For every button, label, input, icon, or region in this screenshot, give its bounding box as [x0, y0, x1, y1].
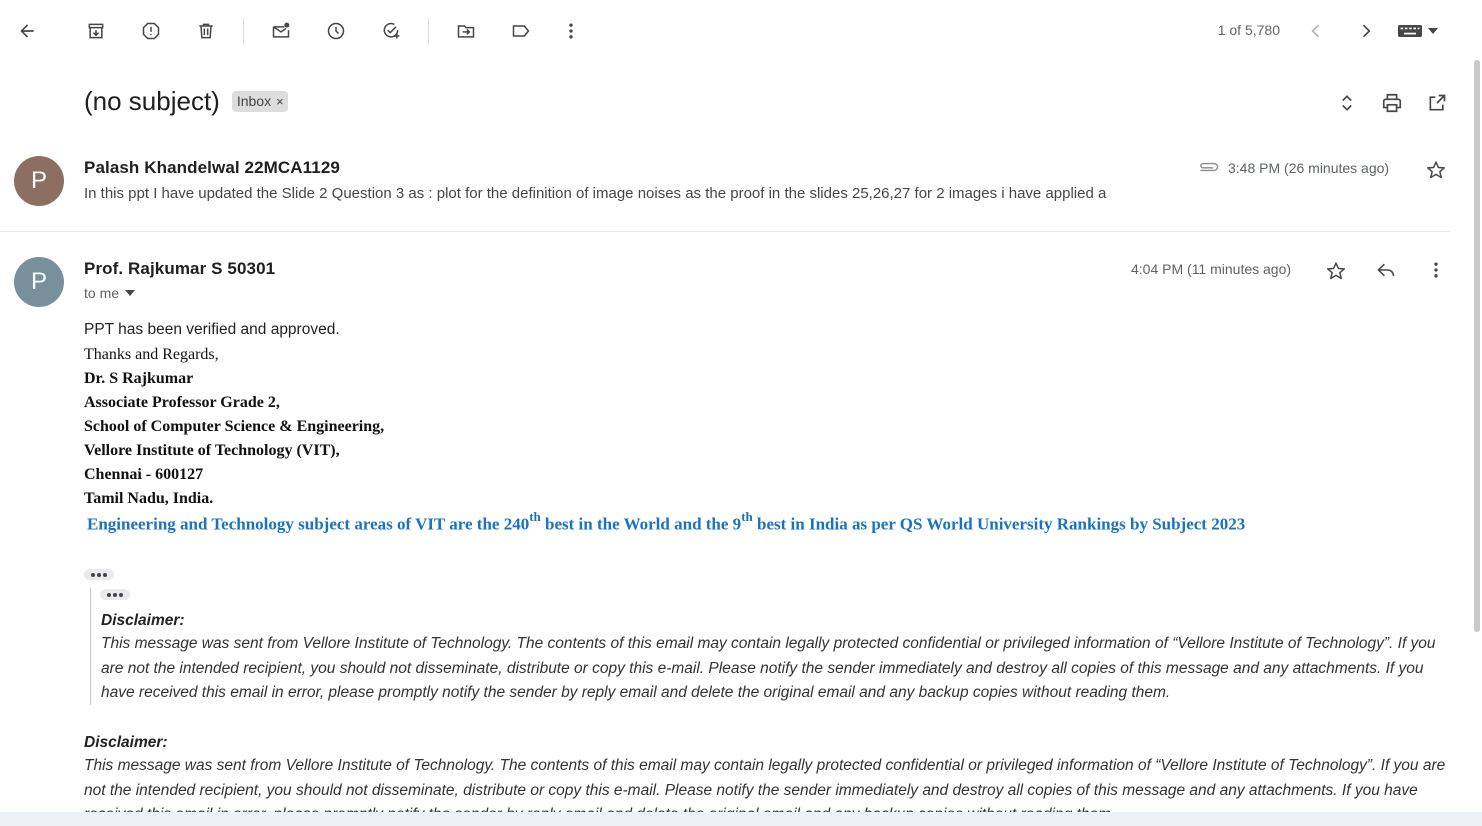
- signature-greeting: Thanks and Regards,: [84, 346, 219, 363]
- subject-row: (no subject) Inbox ×: [84, 86, 288, 117]
- keyboard-icon: [1398, 25, 1422, 37]
- message-snippet[interactable]: In this ppt I have updated the Slide 2 Q…: [84, 185, 1194, 202]
- message-time[interactable]: 3:48 PM (26 minutes ago): [1228, 160, 1389, 176]
- archive-icon[interactable]: [78, 13, 114, 49]
- report-spam-icon[interactable]: [133, 13, 169, 49]
- toolbar-separator: [428, 18, 429, 44]
- back-arrow-icon[interactable]: [9, 13, 45, 49]
- chevron-right-icon[interactable]: [1348, 13, 1384, 49]
- sender-name[interactable]: Prof. Rajkumar S 50301: [84, 259, 275, 279]
- disclaimer-title: Disclaimer:: [84, 734, 168, 751]
- chevron-left-icon[interactable]: [1298, 13, 1334, 49]
- show-trimmed-content-button[interactable]: [84, 569, 114, 580]
- disclaimer-text: This message was sent from Vellore Insti…: [84, 757, 1446, 812]
- email-subject: (no subject): [84, 86, 220, 116]
- more-vert-icon[interactable]: [1421, 255, 1451, 285]
- add-to-tasks-icon[interactable]: [373, 13, 409, 49]
- message-divider: [0, 231, 1450, 232]
- sender-name[interactable]: Palash Khandelwal 22MCA1129: [84, 158, 340, 178]
- caret-down-icon: [1428, 28, 1438, 34]
- mark-unread-icon[interactable]: [263, 13, 299, 49]
- signature-title: Associate Professor Grade 2,: [84, 394, 280, 411]
- quoted-disclaimer-text: This message was sent from Vellore Insti…: [101, 635, 1436, 701]
- ranking-text-3: best in India as per QS World University…: [752, 514, 1246, 534]
- signature-state: Tamil Nadu, India.: [84, 490, 214, 507]
- message-body: PPT has been verified and approved.: [84, 321, 340, 338]
- avatar[interactable]: P: [14, 257, 64, 307]
- recipient-text: to me: [84, 285, 120, 301]
- ranking-banner: Engineering and Technology subject areas…: [87, 509, 1246, 535]
- attachment-icon: [1194, 152, 1224, 182]
- signature-city: Chennai - 600127: [84, 466, 204, 483]
- signature-name: Dr. S Rajkumar: [84, 370, 194, 387]
- pagination-count: 1 of 5,780: [1217, 22, 1280, 38]
- quoted-disclaimer-title: Disclaimer:: [101, 612, 185, 629]
- toolbar-separator: [243, 18, 244, 44]
- signature-institute: Vellore Institute of Technology (VIT),: [84, 442, 340, 459]
- ranking-suffix-1: th: [529, 509, 541, 524]
- avatar[interactable]: P: [14, 156, 64, 206]
- star-icon[interactable]: [1321, 256, 1351, 286]
- show-trimmed-content-button[interactable]: [100, 589, 130, 600]
- signature-school: School of Computer Science & Engineering…: [84, 418, 385, 435]
- expand-all-icon[interactable]: [1332, 88, 1362, 118]
- inbox-label-chip[interactable]: Inbox ×: [231, 91, 288, 112]
- star-icon[interactable]: [1421, 155, 1451, 185]
- label-icon[interactable]: [503, 13, 539, 49]
- caret-down-icon: [125, 290, 136, 296]
- ranking-text-1: Engineering and Technology subject areas…: [87, 514, 530, 534]
- open-in-new-window-icon[interactable]: [1422, 88, 1452, 118]
- quoted-text-bar: [90, 588, 91, 705]
- print-icon[interactable]: [1377, 88, 1407, 118]
- reply-icon[interactable]: [1371, 255, 1401, 285]
- input-tools-button[interactable]: [1398, 17, 1446, 45]
- snooze-icon[interactable]: [318, 13, 354, 49]
- remove-label-icon[interactable]: ×: [276, 94, 284, 109]
- delete-icon[interactable]: [188, 13, 224, 49]
- ranking-text-2: best in the World and the 9: [540, 514, 742, 534]
- more-vert-icon[interactable]: [553, 13, 589, 49]
- label-name: Inbox: [236, 93, 272, 109]
- ranking-suffix-2: th: [741, 509, 753, 524]
- move-to-icon[interactable]: [448, 13, 484, 49]
- message-time[interactable]: 4:04 PM (11 minutes ago): [1131, 261, 1291, 277]
- toolbar: 1 of 5,780: [0, 0, 1482, 62]
- bottom-edge: [0, 812, 1482, 826]
- scrollbar[interactable]: [1474, 60, 1480, 632]
- recipient-details-toggle[interactable]: to me: [84, 285, 136, 301]
